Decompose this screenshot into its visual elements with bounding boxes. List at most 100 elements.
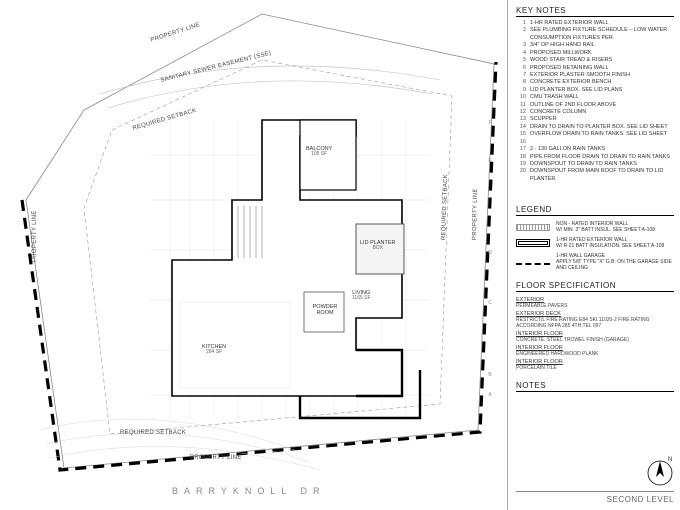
key-note-text: PIPE FROM FLOOR DRAIN TO DRAIN TO RAIN T… [530, 154, 674, 161]
floor-spec-item: EXTERIORPERMEABLE PAVERS [516, 297, 674, 309]
legend-row: 1-HR WALL GARAGE APPLY 5/8" TYPE "X" G.B… [516, 253, 674, 271]
key-note-row: 16 [516, 139, 674, 146]
room-sf: 105 SF [306, 152, 332, 158]
axis-A: A [486, 392, 494, 398]
room-sf: BOX [360, 246, 395, 252]
room-lid-planter: LID PLANTER BOX [360, 240, 395, 252]
key-note-text: DOWNSPOUT TO DRAIN TO RAIN TANKS [530, 161, 674, 168]
floor-spec-item: INTERIOR FLOORPORCELAIN TILE [516, 359, 674, 371]
key-note-row: 12 CONCRETE COLUMN [516, 109, 674, 116]
key-note-num: 10 [516, 94, 526, 101]
key-note-num: 17 [516, 146, 526, 153]
key-note-text: 3/4" DP HIGH HAND RAIL [530, 42, 674, 49]
key-note-text: SEE PLUMBING FIXTURE SCHEDULE – LOW WATE… [530, 27, 674, 42]
floor-spec-desc: ENGINEERED HARDWOOD PLANK [516, 351, 674, 357]
key-note-num: 9 [516, 87, 526, 94]
key-note-row: 5 WOOD STAIR TREAD & RISERS [516, 57, 674, 64]
sheet-title: SECOND LEVEL [607, 495, 674, 504]
legend-row: 1-HR RATED EXTERIOR WALL W/ R-21 BATT IN… [516, 237, 674, 249]
key-note-row: 14 DRAIN TO DRAIN TO PLANTER BOX. SEE LID… [516, 124, 674, 131]
key-note-text: 1-HR RATED EXTERIOR WALL [530, 20, 674, 27]
key-note-num: 7 [516, 72, 526, 79]
key-note-row: 17 2 - 130 GALLON RAIN TANKS [516, 146, 674, 153]
label-property-left: PROPERTY LINE [32, 210, 38, 262]
key-note-num: 6 [516, 65, 526, 72]
legend-text: NON - RATED INTERIOR WALL W/ MIN. 3" BAT… [556, 221, 655, 233]
north-label: N [668, 457, 672, 463]
key-note-text: DOWNSPOUT FROM MAIN ROOF TO DRAIN TO LID… [530, 168, 674, 183]
key-note-text: CONCRETE COLUMN [530, 109, 674, 116]
floor-spec-desc: PERMEABLE PAVERS [516, 303, 674, 309]
key-note-num: 18 [516, 154, 526, 161]
floor-spec-desc: RESTRICT/L FIRE RATING E84 SKI 11020-2 F… [516, 317, 674, 329]
key-note-text: 2 - 130 GALLON RAIN TANKS [530, 146, 674, 153]
key-note-text: SCUPPER [530, 116, 674, 123]
label-property-right: PROPERTY LINE [472, 188, 479, 240]
key-note-num: 14 [516, 124, 526, 131]
key-note-text: EXTERIOR PLASTER SMOOTH FINISH [530, 72, 674, 79]
key-note-text: WOOD STAIR TREAD & RISERS [530, 57, 674, 64]
key-notes-heading: KEY NOTES [516, 6, 674, 17]
key-note-num: 20 [516, 168, 526, 183]
label-setback-bottom: REQUIRED SETBACK [120, 430, 186, 436]
key-note-num: 4 [516, 50, 526, 57]
key-note-row: 7 EXTERIOR PLASTER SMOOTH FINISH [516, 72, 674, 79]
key-note-text: CMU TRASH WALL [530, 94, 674, 101]
floor-spec-item: INTERIOR FLOORENGINEERED HARDWOOD PLANK [516, 345, 674, 357]
swatch-exterior-wall [516, 239, 550, 247]
legend-text: 1-HR RATED EXTERIOR WALL W/ R-21 BATT IN… [556, 237, 664, 249]
key-note-row: 3 3/4" DP HIGH HAND RAIL [516, 42, 674, 49]
room-powder: POWDER ROOM [306, 304, 344, 316]
room-living: LIVING 1165 SF [352, 290, 371, 302]
key-note-text: LID PLANTER BOX. SEE LID PLANS [530, 87, 674, 94]
key-note-text [530, 139, 674, 146]
axis-E: E [486, 158, 494, 164]
key-note-num: 16 [516, 139, 526, 146]
plan-svg [0, 0, 508, 510]
key-note-text: PROPOSED RETAINING WALL [530, 65, 674, 72]
legend-text: 1-HR WALL GARAGE APPLY 5/8" TYPE "X" G.B… [556, 253, 674, 271]
key-note-num: 3 [516, 42, 526, 49]
key-note-text: PROPOSED MILLWORK [530, 50, 674, 57]
key-note-row: 13 SCUPPER [516, 116, 674, 123]
room-name: POWDER ROOM [306, 304, 344, 316]
floor-spec-item: INTERIOR FLOORCONCRETE. STEEL TROWEL FIN… [516, 331, 674, 343]
key-note-text: DRAIN TO DRAIN TO PLANTER BOX. SEE LID S… [530, 124, 674, 131]
key-note-row: 2 SEE PLUMBING FIXTURE SCHEDULE – LOW WAT… [516, 27, 674, 42]
key-note-row: 1 1-HR RATED EXTERIOR WALL [516, 20, 674, 27]
key-note-num: 19 [516, 161, 526, 168]
label-property-bottom: PROPERTY LINE [190, 455, 242, 461]
key-note-row: 15 OVERFLOW DRAIN TO RAIN TANKS. SEE LID … [516, 131, 674, 138]
key-note-text: OUTLINE OF 2ND FLOOR ABOVE [530, 102, 674, 109]
axis-F: F [486, 120, 494, 126]
street-name: BARRYKNOLL DR [172, 486, 326, 496]
north-arrow: N [646, 459, 674, 487]
key-note-text: OVERFLOW DRAIN TO RAIN TANKS. SEE LID SH… [530, 131, 674, 138]
axis-B: B [486, 372, 494, 378]
key-note-row: 4 PROPOSED MILLWORK [516, 50, 674, 57]
key-note-num: 15 [516, 131, 526, 138]
key-note-num: 2 [516, 27, 526, 42]
swatch-interior-wall [516, 224, 550, 231]
key-note-row: 10 CMU TRASH WALL [516, 94, 674, 101]
key-note-row: 11 OUTLINE OF 2ND FLOOR ABOVE [516, 102, 674, 109]
legend-heading: LEGEND [516, 205, 674, 216]
legend-row: NON - RATED INTERIOR WALL W/ MIN. 3" BAT… [516, 221, 674, 233]
sidebar: KEY NOTES 1 1-HR RATED EXTERIOR WALL 2 SEE … [508, 0, 680, 510]
room-sf: 1165 SF [352, 296, 371, 302]
key-note-num: 11 [516, 102, 526, 109]
floor-spec-heading: FLOOR SPECIFICATION [516, 281, 674, 292]
key-note-num: 12 [516, 109, 526, 116]
key-note-num: 5 [516, 57, 526, 64]
room-balcony: BALCONY 105 SF [306, 146, 332, 158]
key-note-num: 1 [516, 20, 526, 27]
floor-spec-desc: PORCELAIN TILE [516, 365, 674, 371]
axis-D: D [486, 250, 494, 256]
key-note-row: 20 DOWNSPOUT FROM MAIN ROOF TO DRAIN TO L… [516, 168, 674, 183]
swatch-garage-wall [516, 263, 550, 265]
key-note-row: 18 PIPE FROM FLOOR DRAIN TO DRAIN TO RAIN… [516, 154, 674, 161]
key-note-row: 19 DOWNSPOUT TO DRAIN TO RAIN TANKS [516, 161, 674, 168]
key-note-row: 9 LID PLANTER BOX. SEE LID PLANS [516, 87, 674, 94]
floor-spec-list: EXTERIORPERMEABLE PAVERSEXTERIOR DECKRES… [516, 295, 674, 373]
key-note-num: 13 [516, 116, 526, 123]
